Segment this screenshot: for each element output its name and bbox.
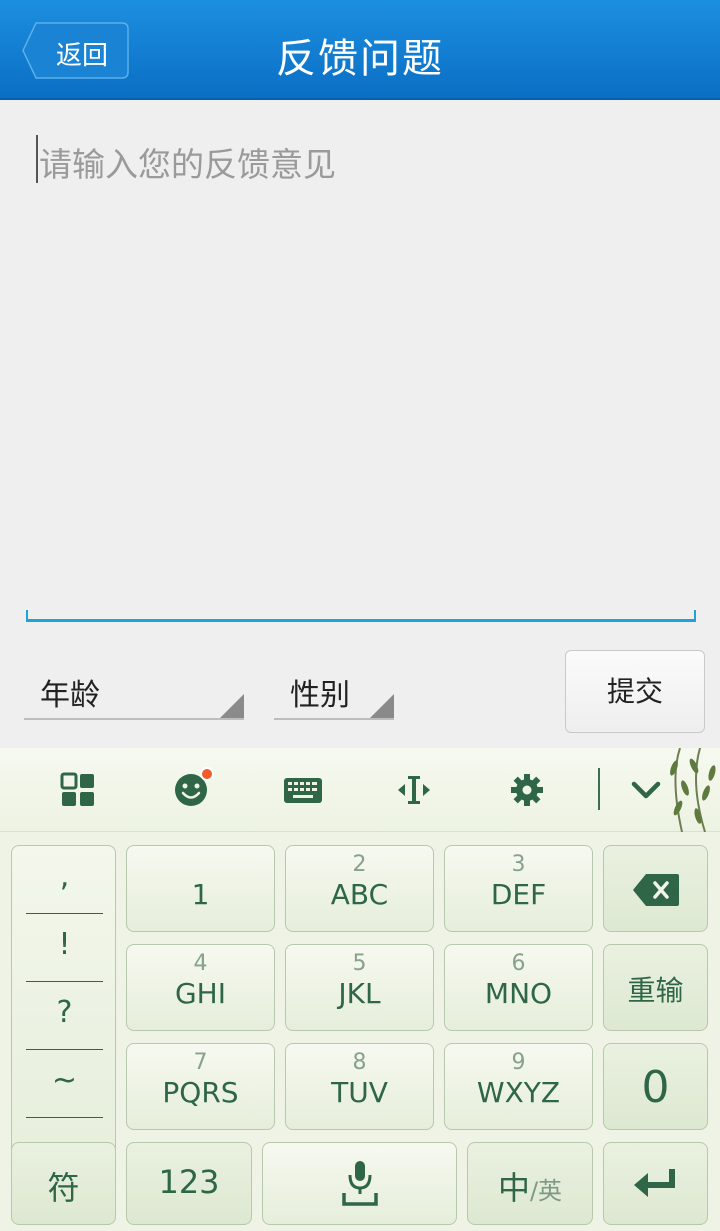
gender-select[interactable]: 性别 <box>274 664 394 720</box>
key-digit: 6 <box>511 951 526 976</box>
key-letters: ABC <box>330 878 389 911</box>
zero-key[interactable]: 0 <box>603 1043 708 1130</box>
text-cursor <box>36 135 38 183</box>
grid-icon[interactable] <box>60 772 96 808</box>
cursor-move-icon[interactable] <box>396 772 432 808</box>
lang-main-label: 中 <box>497 1169 530 1207</box>
key-digit: 4 <box>193 951 208 976</box>
enter-key[interactable] <box>603 1142 708 1225</box>
backspace-key[interactable] <box>603 845 708 932</box>
reinput-key-label: 重输 <box>627 974 684 1007</box>
key-digit: 3 <box>511 852 526 877</box>
key-5-jkl[interactable]: 5 JKL <box>285 944 434 1031</box>
keyboard-icon[interactable] <box>283 772 323 808</box>
key-3-def[interactable]: 3 DEF <box>444 845 593 932</box>
key-letters: WXYZ <box>476 1076 561 1109</box>
ime-keyboard: , ! ? ~ 1 2 ABC 3 DEF 4 GHI 5 JKL 6 MNO … <box>0 748 720 1231</box>
age-select-label: 年龄 <box>40 678 100 713</box>
punct-tilde-key[interactable]: ~ <box>26 1050 103 1118</box>
key-digit: 7 <box>193 1050 208 1075</box>
language-switch-key[interactable]: 中/英 <box>467 1142 593 1225</box>
key-letters: DEF <box>490 878 547 911</box>
language-switch-key-label: 中/英 <box>468 1163 592 1209</box>
willow-decoration <box>670 748 716 832</box>
key-9-wxyz[interactable]: 9 WXYZ <box>444 1043 593 1130</box>
key-1[interactable]: 1 <box>126 845 275 932</box>
key-letters: MNO <box>484 977 553 1010</box>
backspace-icon <box>633 874 679 906</box>
key-2-abc[interactable]: 2 ABC <box>285 845 434 932</box>
symbol-key-label: 符 <box>47 1169 80 1207</box>
numeric-mode-key-label: 123 <box>158 1163 220 1201</box>
key-8-tuv[interactable]: 8 TUV <box>285 1043 434 1130</box>
key-letters: PQRS <box>162 1076 239 1109</box>
key-letters: JKL <box>338 977 381 1010</box>
key-letters: 1 <box>191 878 210 911</box>
microphone-icon <box>342 1161 378 1206</box>
key-digit: 5 <box>352 951 367 976</box>
symbol-key[interactable]: 符 <box>11 1142 116 1225</box>
toolbar-divider <box>598 768 600 810</box>
key-digit: 8 <box>352 1050 367 1075</box>
key-digit: 2 <box>352 852 367 877</box>
punct-question-key[interactable]: ? <box>26 982 103 1050</box>
key-7-pqrs[interactable]: 7 PQRS <box>126 1043 275 1130</box>
key-letters: TUV <box>331 1076 388 1109</box>
collapse-icon[interactable] <box>628 772 664 808</box>
punctuation-column: , ! ? ~ <box>11 845 116 1178</box>
page-title: 反馈问题 <box>276 36 444 82</box>
feedback-placeholder: 请输入您的反馈意见 <box>39 145 336 184</box>
numeric-mode-key[interactable]: 123 <box>126 1142 252 1225</box>
settings-icon[interactable] <box>509 772 545 808</box>
app-header: 返回 反馈问题 <box>0 0 720 100</box>
gender-select-label: 性别 <box>290 678 350 713</box>
submit-button[interactable]: 提交 <box>565 650 705 733</box>
dropdown-triangle-icon <box>220 694 244 718</box>
keyboard-toolbar <box>0 748 720 832</box>
enter-icon <box>634 1169 675 1197</box>
notification-dot <box>200 767 214 781</box>
key-letters: GHI <box>174 977 226 1010</box>
dropdown-triangle-icon <box>370 694 394 718</box>
textarea-underline <box>26 610 696 622</box>
punct-comma-key[interactable]: , <box>26 846 103 914</box>
key-6-mno[interactable]: 6 MNO <box>444 944 593 1031</box>
zero-key-label: 0 <box>641 1062 670 1113</box>
punct-exclaim-key[interactable]: ! <box>26 914 103 982</box>
lang-alt-label: /英 <box>529 1177 563 1205</box>
reinput-key[interactable]: 重输 <box>603 944 708 1031</box>
space-voice-key[interactable] <box>262 1142 457 1225</box>
key-digit: 9 <box>511 1050 526 1075</box>
key-4-ghi[interactable]: 4 GHI <box>126 944 275 1031</box>
feedback-textarea[interactable]: 请输入您的反馈意见 <box>26 122 696 622</box>
age-select[interactable]: 年龄 <box>24 664 244 720</box>
